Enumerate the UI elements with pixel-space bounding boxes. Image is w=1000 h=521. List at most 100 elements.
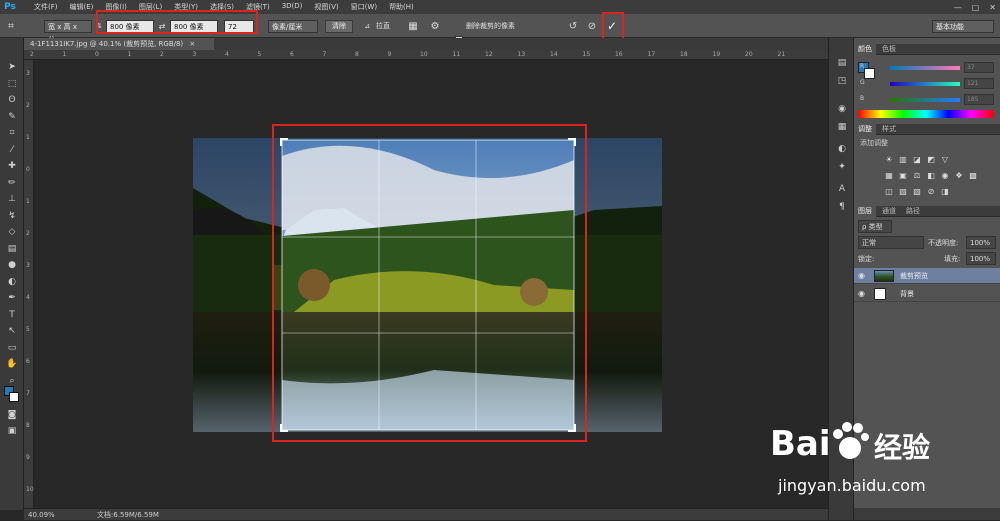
clone-stamp-icon[interactable]: ⊥: [5, 192, 19, 206]
menu-item[interactable]: 类型(Y): [168, 2, 204, 12]
workspace-select[interactable]: 基本功能: [932, 20, 994, 33]
gear-icon[interactable]: ⚙: [428, 19, 442, 33]
tab-styles[interactable]: 样式: [878, 124, 900, 135]
character-icon[interactable]: A: [835, 182, 849, 196]
blend-mode-select[interactable]: 正常: [858, 236, 924, 249]
maximize-button[interactable]: □: [972, 3, 980, 12]
history-icon[interactable]: ▤: [835, 56, 849, 70]
tab-layers[interactable]: 图层: [854, 206, 876, 217]
straighten-icon[interactable]: ⊿: [360, 19, 374, 33]
layer-kind-select[interactable]: ρ 类型: [858, 220, 892, 233]
width-field[interactable]: 800 像素: [106, 20, 154, 33]
eraser-icon[interactable]: ◇: [5, 225, 19, 239]
photo-filter-icon[interactable]: ◉: [940, 170, 950, 180]
background-color-icon[interactable]: [9, 392, 19, 402]
ratio-select[interactable]: 宽 x 高 x 分...: [44, 20, 92, 44]
cancel-icon[interactable]: ⊘: [585, 19, 599, 33]
menu-item[interactable]: 文件(F): [28, 2, 64, 12]
eye-icon[interactable]: ◉: [858, 271, 865, 280]
tab-color[interactable]: 颜色: [854, 44, 876, 55]
path-select-icon[interactable]: ↖: [5, 324, 19, 338]
straighten-label[interactable]: 拉直: [376, 21, 390, 31]
layer-row[interactable]: ◉ 裁剪预览: [854, 268, 1000, 284]
reset-icon[interactable]: ↺: [566, 19, 580, 33]
menu-item[interactable]: 3D(D): [276, 2, 309, 12]
move-tool-icon[interactable]: ➤: [5, 60, 19, 74]
healing-brush-icon[interactable]: ✚: [5, 159, 19, 173]
brightness-icon[interactable]: ☀: [884, 154, 894, 164]
lasso-tool-icon[interactable]: ʘ: [5, 93, 19, 107]
fill-field[interactable]: 100%: [966, 252, 996, 265]
layer-row[interactable]: ◉ 背景: [854, 286, 1000, 302]
canvas-image[interactable]: [34, 60, 828, 508]
exposure-icon[interactable]: ◩: [926, 154, 936, 164]
paragraph-icon[interactable]: ¶: [835, 200, 849, 214]
eyedropper-icon[interactable]: ⁄: [5, 143, 19, 157]
invert-icon[interactable]: ◫: [884, 186, 894, 196]
menu-item[interactable]: 滤镜(T): [240, 2, 276, 12]
screen-mode-icon[interactable]: ▣: [5, 424, 19, 438]
swap-icon[interactable]: ⇅: [92, 19, 106, 33]
slider-g[interactable]: G 121: [858, 78, 998, 90]
color-lookup-icon[interactable]: ▩: [968, 170, 978, 180]
gradient-map-icon[interactable]: ◨: [940, 186, 950, 196]
curves-icon[interactable]: ◪: [912, 154, 922, 164]
units-select[interactable]: 像素/厘米: [268, 20, 318, 33]
close-button[interactable]: ✕: [989, 3, 996, 12]
commit-icon[interactable]: ✓: [605, 19, 619, 33]
hand-tool-icon[interactable]: ✋: [5, 357, 19, 371]
height-field[interactable]: 800 像素: [170, 20, 218, 33]
blur-tool-icon[interactable]: ●: [5, 258, 19, 272]
hue-sat-icon[interactable]: ▣: [898, 170, 908, 180]
bw-icon[interactable]: ◧: [926, 170, 936, 180]
menu-item[interactable]: 视图(V): [308, 2, 344, 12]
menu-item[interactable]: 图层(L): [133, 2, 168, 12]
dodge-tool-icon[interactable]: ◐: [5, 275, 19, 289]
styles-icon[interactable]: ✦: [835, 160, 849, 174]
menu-item[interactable]: 帮助(H): [383, 2, 420, 12]
slider-r[interactable]: R 37: [858, 62, 998, 74]
menu-item[interactable]: 窗口(W): [345, 2, 383, 12]
tab-adjustments[interactable]: 调整: [854, 124, 876, 135]
zoom-level[interactable]: 40.09%: [28, 511, 55, 519]
menu-item[interactable]: 选择(S): [204, 2, 240, 12]
clear-button[interactable]: 清除: [325, 20, 353, 33]
opacity-field[interactable]: 100%: [966, 236, 996, 249]
levels-icon[interactable]: ▥: [898, 154, 908, 164]
crop-tool-icon[interactable]: ⌗: [4, 19, 18, 33]
color-panel-icon[interactable]: ◉: [835, 102, 849, 116]
swatches-icon[interactable]: ▦: [835, 120, 849, 134]
marquee-tool-icon[interactable]: ⬚: [5, 77, 19, 91]
adjustments-icon[interactable]: ◐: [835, 142, 849, 156]
minimize-button[interactable]: —: [954, 3, 962, 12]
shape-tool-icon[interactable]: ▭: [5, 341, 19, 355]
channel-mixer-icon[interactable]: ❖: [954, 170, 964, 180]
selective-color-icon[interactable]: ⊘: [926, 186, 936, 196]
eye-icon[interactable]: ◉: [858, 289, 865, 298]
threshold-icon[interactable]: ▧: [912, 186, 922, 196]
tab-paths[interactable]: 路径: [902, 206, 924, 217]
menu-item[interactable]: 图像(I): [99, 2, 133, 12]
type-tool-icon[interactable]: T: [5, 308, 19, 322]
posterize-icon[interactable]: ▨: [898, 186, 908, 196]
crop-tool-icon[interactable]: ⌗: [5, 126, 19, 140]
properties-icon[interactable]: ◳: [835, 74, 849, 88]
brush-tool-icon[interactable]: ✏: [5, 176, 19, 190]
history-brush-icon[interactable]: ↯: [5, 209, 19, 223]
quick-select-icon[interactable]: ✎: [5, 110, 19, 124]
pen-tool-icon[interactable]: ✒: [5, 291, 19, 305]
vibrance-icon[interactable]: ▦: [884, 170, 894, 180]
triangle-icon[interactable]: ▽: [940, 154, 950, 164]
resolution-field[interactable]: 72: [224, 20, 254, 33]
tab-swatches[interactable]: 色板: [878, 44, 900, 55]
slider-b[interactable]: B 185: [858, 94, 998, 106]
quick-mask-icon[interactable]: ◙: [5, 408, 19, 422]
color-spectrum[interactable]: [858, 110, 994, 118]
canvas-area[interactable]: [34, 60, 828, 508]
swap-dimensions-icon[interactable]: ⇄: [155, 19, 169, 33]
gradient-tool-icon[interactable]: ▤: [5, 242, 19, 256]
document-tab[interactable]: 4-1F1131IK7.jpg @ 40.1% (裁剪预览, RGB/8) ×: [24, 38, 214, 50]
tab-channels[interactable]: 通道: [878, 206, 900, 217]
overlay-grid-icon[interactable]: ▦: [406, 19, 420, 33]
menu-item[interactable]: 编辑(E): [64, 2, 100, 12]
